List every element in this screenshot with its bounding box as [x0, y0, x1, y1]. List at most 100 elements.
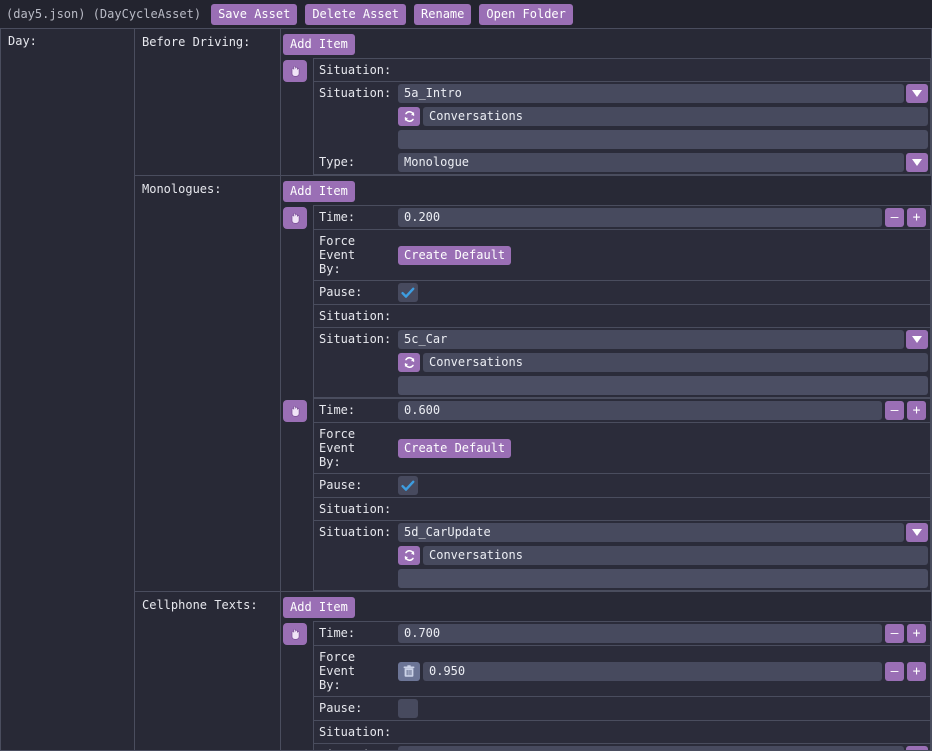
reference-value[interactable]: Conversations	[423, 353, 928, 372]
chevron-down-icon[interactable]	[906, 84, 928, 103]
day-label: Day:	[8, 34, 127, 48]
field-label-spacer	[314, 351, 398, 374]
dropdown-5d_CarUpdate[interactable]: 5d_CarUpdate	[398, 523, 928, 542]
pause-checkbox[interactable]	[398, 476, 418, 495]
field-row-time: Time: 0.700 – +	[314, 622, 930, 646]
text-value[interactable]	[398, 376, 928, 395]
field-label-spacer	[314, 374, 398, 397]
entry-fields: Situation: Situation: 5a_Intro	[313, 58, 931, 175]
dropdown-5c_Car[interactable]: 5c_Car	[398, 330, 928, 349]
add-item-button[interactable]: Add Item	[283, 181, 355, 202]
list-item: Time: 0.200 – + Force Event By: Create D…	[281, 205, 931, 398]
field-value: Conversations	[398, 351, 930, 374]
field-value	[398, 374, 930, 397]
add-item-button[interactable]: Add Item	[283, 34, 355, 55]
hand-grab-icon[interactable]	[283, 623, 307, 645]
drag-handle-column	[283, 398, 313, 422]
field-value: Monologue	[398, 151, 930, 174]
add-item-row: Add Item	[281, 180, 931, 205]
field-row-reference: Conversations	[314, 105, 930, 128]
drag-handle-column	[283, 205, 313, 229]
dropdown-5a_Remy3[interactable]: 5a_Remy3	[398, 746, 928, 751]
refresh-icon[interactable]	[398, 107, 420, 126]
text-value[interactable]	[398, 130, 928, 149]
field-row-pause: Pause:	[314, 697, 930, 721]
decrement-button[interactable]: –	[885, 208, 904, 227]
reference-value[interactable]: Conversations	[423, 546, 928, 565]
create-default-button[interactable]: Create Default	[398, 246, 511, 265]
increment-button[interactable]: +	[907, 662, 926, 681]
section-label: Monologues:	[135, 176, 281, 591]
time-input[interactable]: 0.600	[398, 401, 882, 420]
chevron-down-icon[interactable]	[906, 746, 928, 751]
field-value: 0.950 – +	[398, 646, 930, 696]
hand-grab-icon[interactable]	[283, 207, 307, 229]
time-stepper: – +	[885, 208, 928, 227]
time-input[interactable]: 0.200	[398, 208, 882, 227]
increment-button[interactable]: +	[907, 401, 926, 420]
chevron-down-icon[interactable]	[906, 523, 928, 542]
field-label-force-event-by: Force Event By:	[314, 646, 398, 696]
field-row-force-event-by: Force Event By: Create Default	[314, 423, 930, 474]
trash-icon[interactable]	[398, 662, 420, 681]
dropdown-value[interactable]: 5d_CarUpdate	[398, 523, 904, 542]
reference-value[interactable]: Conversations	[423, 107, 928, 126]
pause-checkbox[interactable]	[398, 699, 418, 718]
dropdown-Monologue[interactable]: Monologue	[398, 153, 928, 172]
day-panel: Day:	[0, 28, 134, 751]
save-asset-button[interactable]: Save Asset	[211, 4, 297, 25]
field-row-reference: Conversations	[314, 351, 930, 374]
field-value: Conversations	[398, 544, 930, 567]
dropdown-value[interactable]: 5a_Intro	[398, 84, 904, 103]
chevron-down-icon[interactable]	[906, 153, 928, 172]
field-row-dropdown: Type: Monologue	[314, 151, 930, 174]
decrement-button[interactable]: –	[885, 662, 904, 681]
pause-checkbox[interactable]	[398, 283, 418, 302]
field-value: Conversations	[398, 105, 930, 128]
field-value-empty	[398, 721, 930, 743]
dropdown-value[interactable]: Monologue	[398, 153, 904, 172]
refresh-icon[interactable]	[398, 546, 420, 565]
force-event-by-input[interactable]: 0.950	[423, 662, 882, 681]
field-row-text	[314, 374, 930, 397]
text-value[interactable]	[398, 569, 928, 588]
dropdown-5a_Intro[interactable]: 5a_Intro	[398, 84, 928, 103]
field-label-time: Time:	[314, 206, 398, 229]
field-label-pause: Pause:	[314, 474, 398, 497]
decrement-button[interactable]: –	[885, 624, 904, 643]
field-row-pause: Pause:	[314, 281, 930, 305]
field-row-time: Time: 0.600 – +	[314, 399, 930, 423]
dropdown-value[interactable]: 5a_Remy3	[398, 746, 904, 751]
add-item-row: Add Item	[281, 33, 931, 58]
asset-title: (day5.json) (DayCycleAsset)	[6, 7, 201, 21]
list-item: Time: 0.600 – + Force Event By: Create D…	[281, 398, 931, 591]
field-value-empty	[398, 59, 930, 81]
section-cellphonetexts: Cellphone Texts: Add Item Time: 0.700 –	[135, 592, 931, 751]
refresh-icon[interactable]	[398, 353, 420, 372]
hand-grab-icon[interactable]	[283, 400, 307, 422]
increment-button[interactable]: +	[907, 624, 926, 643]
field-value	[398, 697, 930, 720]
field-row-dropdown: Situation: 5c_Car	[314, 328, 930, 351]
hand-grab-icon[interactable]	[283, 60, 307, 82]
add-item-button[interactable]: Add Item	[283, 597, 355, 618]
increment-button[interactable]: +	[907, 208, 926, 227]
open-folder-button[interactable]: Open Folder	[479, 4, 572, 25]
time-input[interactable]: 0.700	[398, 624, 882, 643]
dropdown-value[interactable]: 5c_Car	[398, 330, 904, 349]
field-row-pause: Pause:	[314, 474, 930, 498]
field-row-time: Time: 0.200 – +	[314, 206, 930, 230]
field-label-spacer	[314, 544, 398, 567]
delete-asset-button[interactable]: Delete Asset	[305, 4, 406, 25]
drag-handle-column	[283, 621, 313, 645]
time-stepper: – +	[885, 624, 928, 643]
time-stepper: – +	[885, 401, 928, 420]
chevron-down-icon[interactable]	[906, 330, 928, 349]
rename-button[interactable]: Rename	[414, 4, 471, 25]
section-body: Add Item Time: 0.700 – +	[281, 592, 931, 751]
field-label-situation: Situation:	[314, 305, 398, 327]
decrement-button[interactable]: –	[885, 401, 904, 420]
field-label: Situation:	[314, 744, 398, 751]
create-default-button[interactable]: Create Default	[398, 439, 511, 458]
field-value: 5c_Car	[398, 328, 930, 351]
